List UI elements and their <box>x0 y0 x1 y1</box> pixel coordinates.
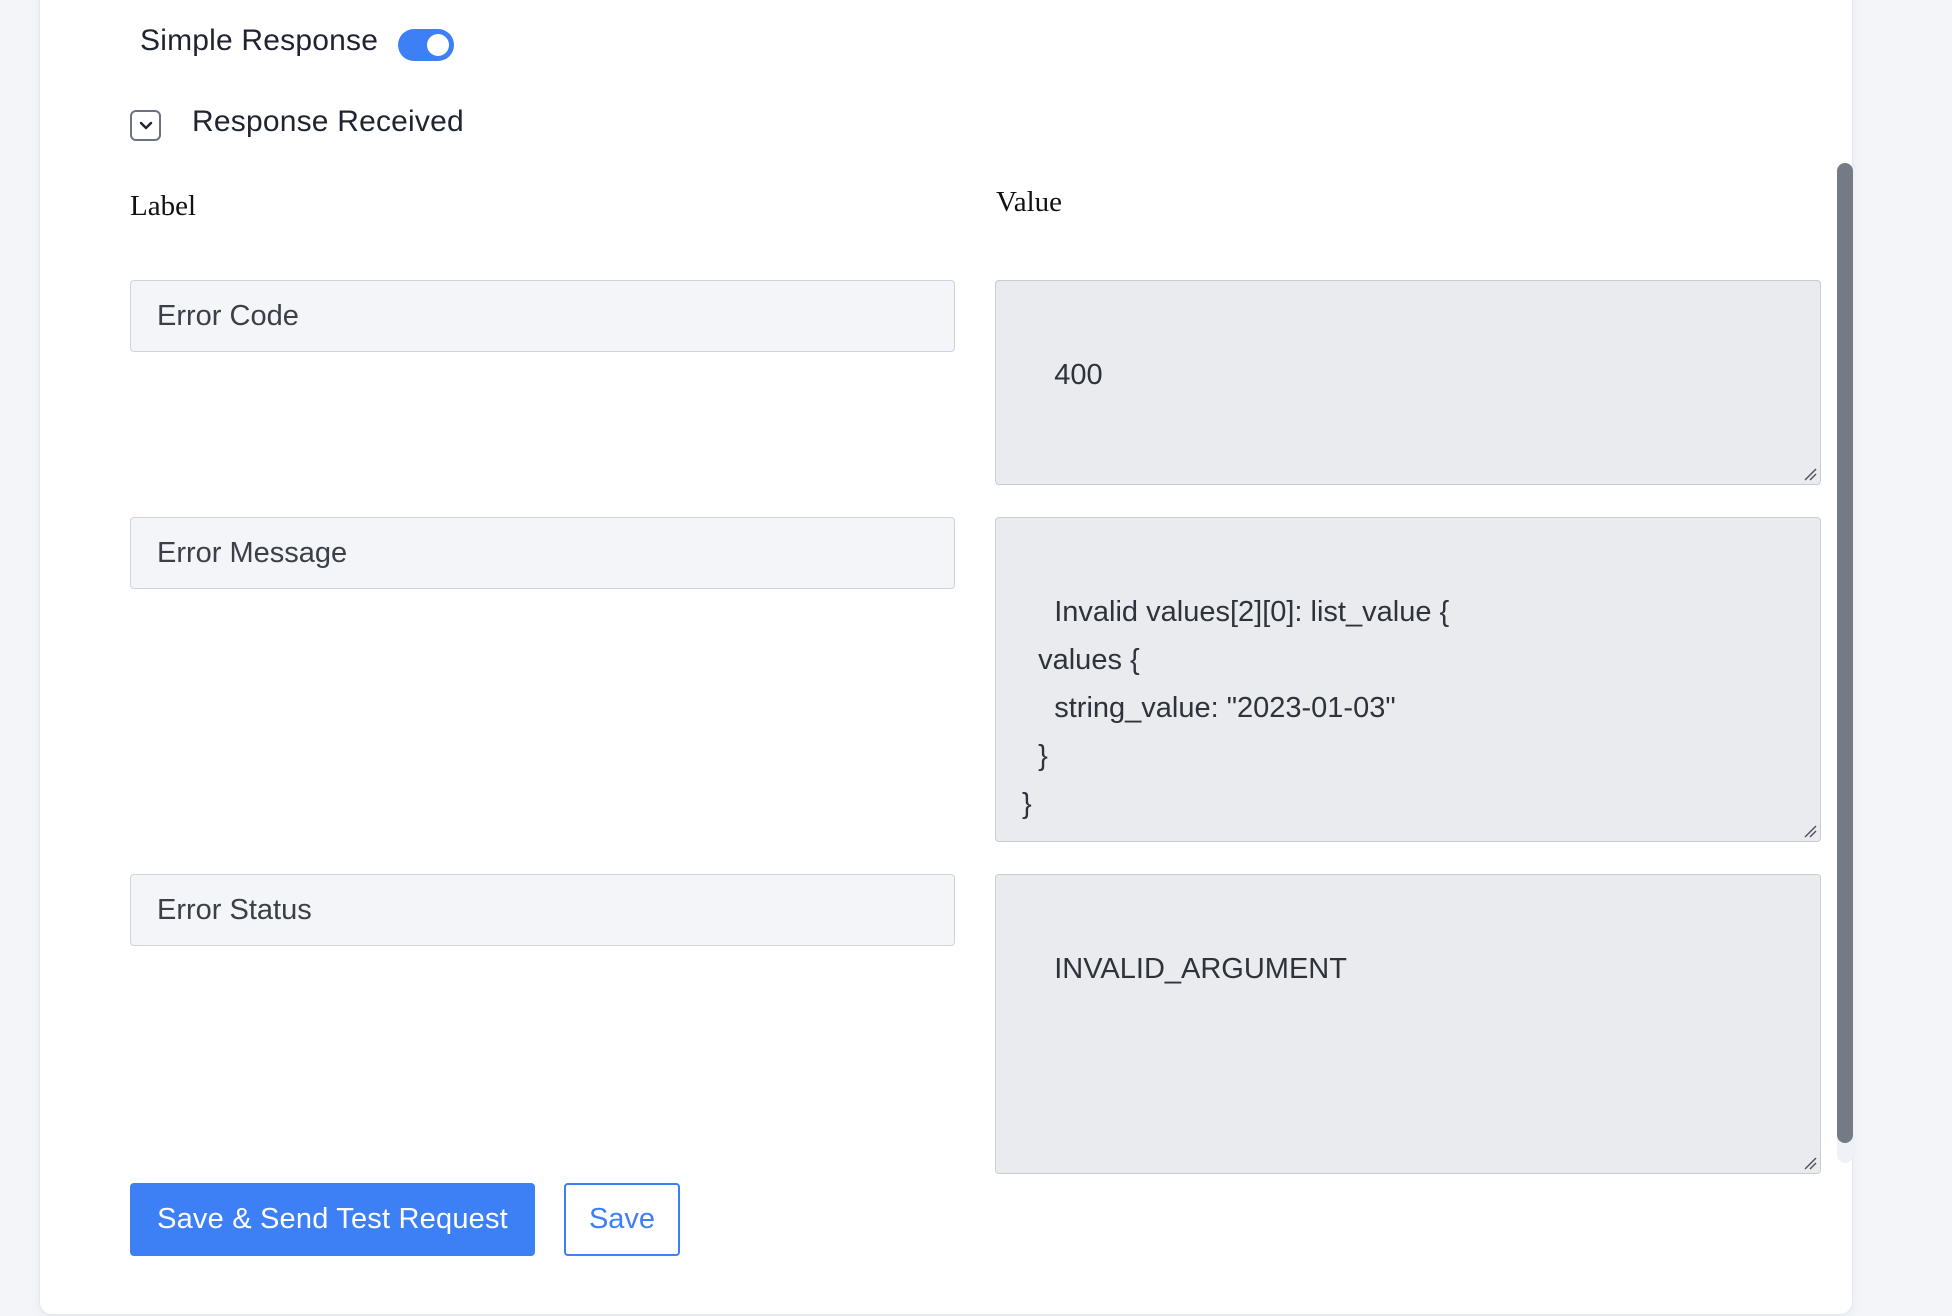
resize-grip-icon[interactable] <box>1803 824 1817 838</box>
label-input-error-message[interactable] <box>130 517 955 589</box>
scrollbar-track[interactable] <box>1837 163 1853 1163</box>
response-card: Simple Response Response Received Label … <box>40 0 1853 1314</box>
label-input-error-code[interactable] <box>130 280 955 352</box>
simple-response-label: Simple Response <box>140 24 379 57</box>
value-text: Invalid values[2][0]: list_value { value… <box>1022 596 1450 820</box>
value-text: INVALID_ARGUMENT <box>1054 953 1347 985</box>
toggle-knob <box>427 34 449 56</box>
resize-grip-icon[interactable] <box>1803 1156 1817 1170</box>
simple-response-toggle[interactable] <box>398 29 454 61</box>
resize-grip-icon[interactable] <box>1803 467 1817 481</box>
collapse-toggle-button[interactable] <box>130 110 161 141</box>
value-column-header: Value <box>996 186 1063 218</box>
scrollbar-thumb[interactable] <box>1837 163 1853 1143</box>
value-textarea-error-status[interactable]: INVALID_ARGUMENT <box>995 874 1821 1174</box>
value-textarea-error-message[interactable]: Invalid values[2][0]: list_value { value… <box>995 517 1821 842</box>
chevron-down-icon <box>139 121 153 130</box>
label-column-header: Label <box>130 190 197 222</box>
response-received-title: Response Received <box>192 105 464 138</box>
save-button[interactable]: Save <box>564 1183 680 1256</box>
value-textarea-error-code[interactable]: 400 <box>995 280 1821 485</box>
save-and-send-test-request-button[interactable]: Save & Send Test Request <box>130 1183 535 1256</box>
label-input-error-status[interactable] <box>130 874 955 946</box>
value-text: 400 <box>1054 359 1103 391</box>
